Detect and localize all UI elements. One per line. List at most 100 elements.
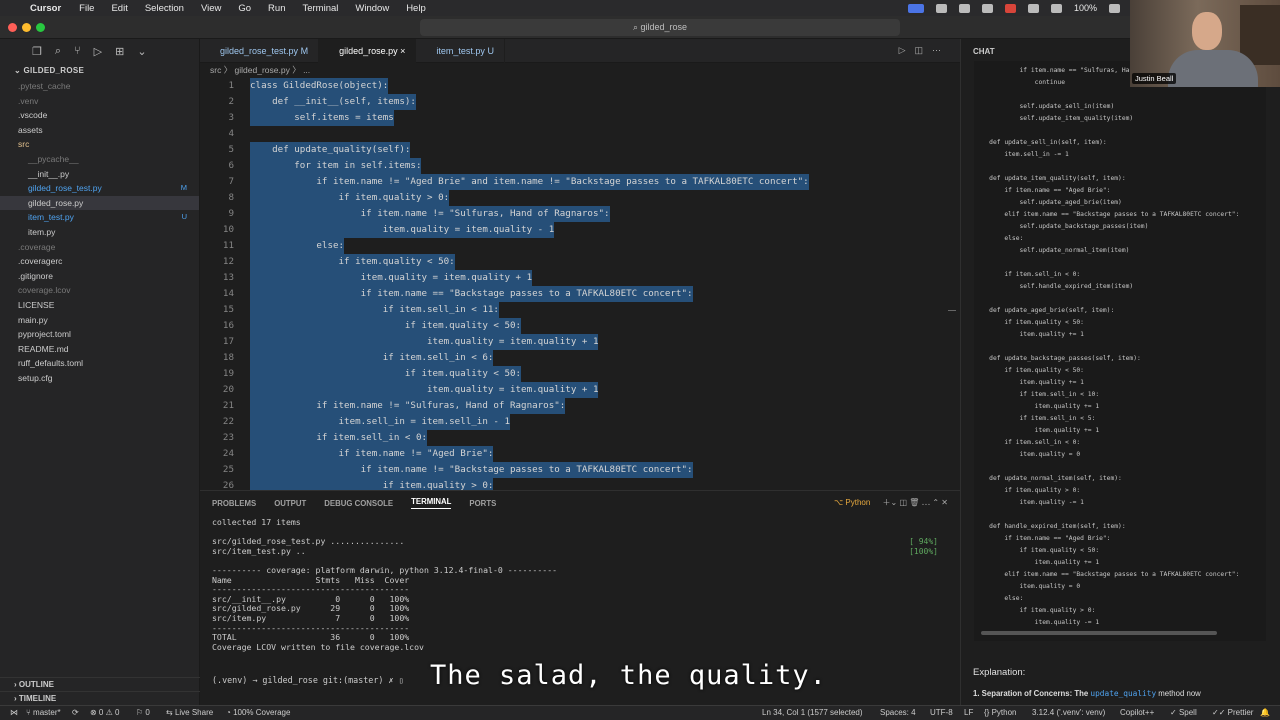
code-line[interactable]: 3 self.items = items — [200, 110, 960, 126]
code-line[interactable]: 19 if item.quality < 50: — [200, 366, 960, 382]
tab-problems[interactable]: PROBLEMS — [212, 499, 256, 508]
code-line[interactable]: 13 item.quality = item.quality + 1 — [200, 270, 960, 286]
code-line[interactable]: 22 item.sell_in = item.sell_in - 1 — [200, 414, 960, 430]
chat-code-scrollbar[interactable] — [981, 631, 1217, 635]
code-line[interactable]: 16 if item.quality < 50: — [200, 318, 960, 334]
tree-item[interactable]: __pycache__ — [0, 152, 199, 167]
code-line[interactable]: 7 if item.name != "Aged Brie" and item.n… — [200, 174, 960, 190]
source-control-icon[interactable]: ⑂ — [74, 45, 81, 57]
code-line[interactable]: 8 if item.quality > 0: — [200, 190, 960, 206]
code-line[interactable]: 9 if item.name != "Sulfuras, Hand of Rag… — [200, 206, 960, 222]
ports-indicator[interactable]: ⚐ 0 — [136, 706, 150, 720]
terminal-prompt[interactable]: (.venv) → gilded_rose git:(master) ✗ ▯ — [212, 675, 404, 685]
menu-help[interactable]: Help — [406, 3, 426, 14]
code-line[interactable]: 12 if item.quality < 50: — [200, 254, 960, 270]
tree-item[interactable]: README.md — [0, 342, 199, 357]
encoding[interactable]: UTF-8 — [930, 706, 953, 720]
zoom-window-button[interactable] — [36, 23, 45, 32]
code-line[interactable]: 14 if item.name == "Backstage passes to … — [200, 286, 960, 302]
python-interpreter[interactable]: 3.12.4 ('.venv': venv) — [1032, 706, 1105, 720]
tree-item[interactable]: assets — [0, 123, 199, 138]
editor-scrollbar[interactable] — [948, 310, 956, 311]
sync-icon[interactable]: ⟳ — [72, 706, 79, 720]
menu-view[interactable]: View — [201, 3, 221, 14]
code-line[interactable]: 6 for item in self.items: — [200, 158, 960, 174]
tree-item[interactable]: __init__.py — [0, 167, 199, 182]
tab-debug-console[interactable]: DEBUG CONSOLE — [324, 499, 393, 508]
kill-terminal-icon[interactable]: 🗑 — [909, 498, 921, 507]
prettier-indicator[interactable]: ✓✓ Prettier — [1212, 706, 1253, 720]
creative-cloud-icon[interactable] — [958, 3, 970, 13]
bluetooth-icon[interactable] — [1027, 3, 1039, 13]
play-icon[interactable] — [1050, 3, 1062, 13]
close-window-button[interactable] — [8, 23, 17, 32]
code-line[interactable]: 24 if item.name != "Aged Brie": — [200, 446, 960, 462]
record-icon[interactable] — [1004, 3, 1016, 13]
chrome-icon[interactable] — [935, 3, 947, 13]
tree-item[interactable]: .gitignore — [0, 269, 199, 284]
split-editor-icon[interactable]: ◫ — [914, 45, 932, 55]
code-line[interactable]: 1 class GildedRose(object): — [200, 78, 960, 94]
notifications-icon[interactable]: 🔔 — [1260, 706, 1270, 720]
tree-item[interactable]: gilded_rose.py — [0, 195, 199, 211]
menu-terminal[interactable]: Terminal — [302, 3, 338, 14]
tree-item[interactable]: .venv — [0, 94, 199, 109]
end-of-line[interactable]: LF — [964, 706, 973, 720]
tab-gilded-rose-test[interactable]: gilded_rose_test.py M — [200, 39, 320, 63]
tree-item[interactable]: gilded_rose_test.py M — [0, 181, 199, 196]
breadcrumb[interactable]: src 〉 gilded_rose.py 〉 ... — [200, 63, 960, 78]
code-line[interactable]: 25 if item.name != "Backstage passes to … — [200, 462, 960, 478]
close-icon[interactable]: × — [400, 46, 405, 56]
tree-item[interactable]: .vscode — [0, 108, 199, 123]
maximize-panel-icon[interactable]: ⌃ — [932, 498, 941, 507]
code-line[interactable]: 5 def update_quality(self): — [200, 142, 960, 158]
language-mode[interactable]: {} Python — [984, 706, 1016, 720]
search-icon[interactable]: ⌕ — [55, 45, 61, 58]
run-file-icon[interactable]: ▷ — [899, 45, 915, 55]
code-line[interactable]: 17 item.quality = item.quality + 1 — [200, 334, 960, 350]
tree-item[interactable]: .coveragerc — [0, 254, 199, 269]
menu-go[interactable]: Go — [238, 3, 251, 14]
more-actions-icon[interactable]: ⋯ — [922, 498, 933, 507]
tree-item[interactable]: pyproject.toml — [0, 327, 199, 342]
tree-item[interactable]: .pytest_cache — [0, 79, 199, 94]
outline-section[interactable]: › OUTLINE — [0, 677, 200, 691]
tree-item[interactable]: coverage.lcov — [0, 283, 199, 298]
timeline-section[interactable]: › TIMELINE — [0, 691, 200, 705]
code-line[interactable]: 20 item.quality = item.quality + 1 — [200, 382, 960, 398]
tab-terminal[interactable]: TERMINAL — [411, 497, 452, 509]
code-line[interactable]: 11 else: — [200, 238, 960, 254]
extensions-icon[interactable]: ⊞ — [115, 45, 124, 58]
tab-output[interactable]: OUTPUT — [274, 499, 306, 508]
minimize-window-button[interactable] — [22, 23, 31, 32]
terminal-shell-selector[interactable]: ⌥ Python — [834, 498, 870, 507]
tree-item[interactable]: item.py — [0, 225, 199, 240]
tree-item[interactable]: src — [0, 137, 199, 152]
tab-item-test[interactable]: item_test.py U — [416, 39, 505, 63]
explorer-project-header[interactable]: ⌄ GILDED_ROSE — [0, 63, 199, 79]
menu-selection[interactable]: Selection — [145, 3, 184, 14]
code-line[interactable]: 4 — [200, 126, 960, 142]
battery-icon[interactable] — [1109, 3, 1120, 13]
spell-checker[interactable]: ✓ Spell — [1170, 706, 1197, 720]
indentation[interactable]: Spaces: 4 — [880, 706, 916, 720]
more-actions-icon[interactable]: ⋯ — [932, 45, 950, 55]
code-line[interactable]: 10 item.quality = item.quality - 1 — [200, 222, 960, 238]
screen-record-icon[interactable] — [907, 3, 924, 13]
menu-edit[interactable]: Edit — [111, 3, 127, 14]
close-panel-icon[interactable]: ✕ — [941, 498, 948, 507]
tree-item[interactable]: .coverage — [0, 240, 199, 255]
tab-gilded-rose[interactable]: gilded_rose.py × — [319, 39, 417, 63]
new-terminal-icon[interactable]: ＋⌄ — [883, 498, 900, 507]
code-line[interactable]: 2 def __init__(self, items): — [200, 94, 960, 110]
code-editor[interactable]: 1 class GildedRose(object): 2 def __init__… — [200, 78, 960, 490]
chat-code-block[interactable]: if item.name == "Sulfuras, Hand of Ragna… — [974, 61, 1266, 641]
code-line[interactable]: 18 if item.sell_in < 6: — [200, 350, 960, 366]
menu-window[interactable]: Window — [355, 3, 389, 14]
command-center-search[interactable]: ⌕ gilded_rose — [420, 19, 900, 36]
menu-app-name[interactable]: Cursor — [30, 3, 61, 14]
chevron-down-icon[interactable]: ⌄ — [137, 45, 146, 58]
tree-item[interactable]: item_test.py U — [0, 210, 199, 225]
files-icon[interactable]: ❐ — [32, 45, 42, 58]
tree-item[interactable]: LICENSE — [0, 298, 199, 313]
